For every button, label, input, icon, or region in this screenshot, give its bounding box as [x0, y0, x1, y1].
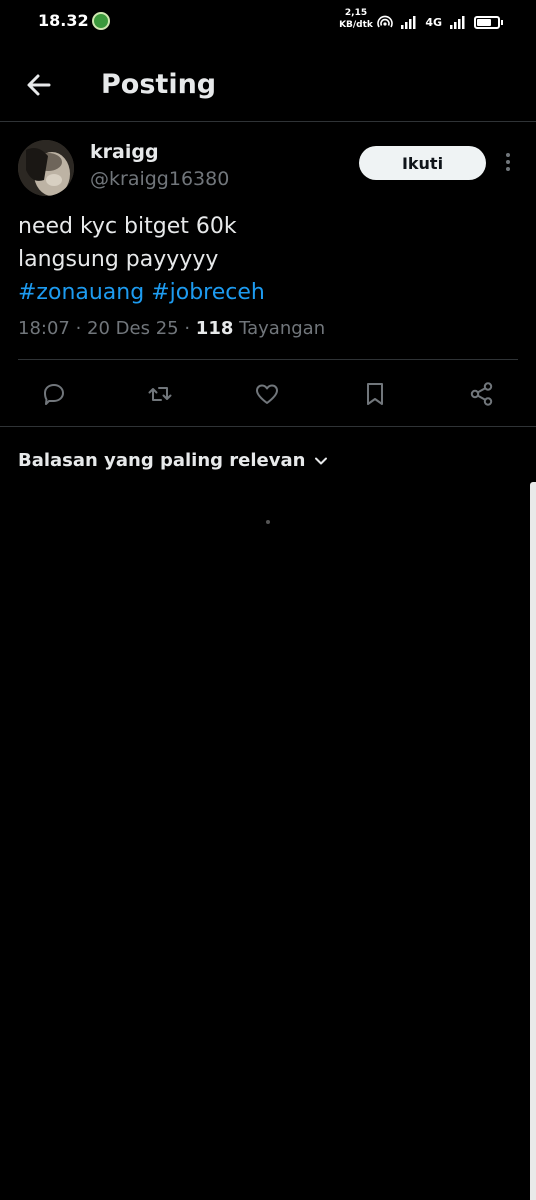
author-name[interactable]: kraigg — [90, 141, 159, 163]
battery-icon — [474, 15, 503, 29]
post-text: need kyc bitget 60k langsung payyyyy #zo… — [18, 210, 518, 309]
network-type: 4G — [425, 15, 442, 29]
post-date: 20 Des 25 — [87, 318, 179, 339]
views-count: 118 — [195, 318, 234, 339]
status-icons: 4G — [377, 12, 503, 32]
avatar[interactable] — [18, 140, 74, 196]
back-button[interactable] — [22, 68, 56, 102]
hotspot-icon — [377, 15, 394, 28]
status-bar: 18.32 2,15 KB/dtk 4G — [0, 0, 536, 44]
repost-button[interactable] — [146, 380, 174, 408]
divider — [0, 426, 536, 427]
more-vertical-icon — [506, 153, 510, 171]
reply-button[interactable] — [40, 380, 68, 408]
arrow-left-icon — [27, 74, 51, 96]
signal-icon-2 — [450, 16, 465, 29]
bookmark-icon — [367, 383, 383, 405]
network-speed-value: 2,15 — [344, 8, 368, 18]
app-notification-icon — [92, 12, 110, 30]
status-time: 18.32 — [38, 11, 89, 30]
chevron-down-icon — [315, 457, 328, 464]
scrollbar[interactable] — [530, 482, 536, 1200]
top-bar: Posting — [0, 44, 536, 122]
author-handle[interactable]: @kraigg16380 — [90, 168, 229, 190]
share-button[interactable] — [468, 380, 496, 408]
post-text-line: langsung payyyyy — [18, 247, 219, 272]
page-title: Posting — [101, 69, 217, 100]
loading-indicator — [266, 520, 270, 524]
more-options-button[interactable] — [498, 152, 518, 174]
post-time: 18:07 — [18, 318, 70, 339]
reply-icon — [44, 384, 64, 405]
post-text-line: need kyc bitget 60k — [18, 214, 237, 239]
repost-icon — [148, 387, 172, 401]
post-meta: 18:07 · 20 Des 25 · 118 Tayangan — [18, 318, 326, 339]
replies-sort-label: Balasan yang paling relevan — [18, 450, 306, 471]
bookmark-button[interactable] — [361, 380, 389, 408]
post-hashtags: #zonauang #jobreceh — [18, 276, 518, 309]
divider — [18, 359, 518, 360]
share-icon — [470, 382, 493, 406]
views-label: Tayangan — [239, 318, 326, 339]
network-speed-unit: KB/dtk — [339, 20, 373, 30]
network-speed: 2,15 KB/dtk — [338, 7, 374, 31]
follow-button[interactable]: Ikuti — [359, 146, 486, 180]
hashtag-link[interactable]: #zonauang — [18, 280, 144, 305]
post-actions — [0, 374, 536, 414]
battery-level-fill — [477, 18, 491, 26]
like-icon — [256, 384, 278, 404]
signal-icon — [401, 16, 416, 29]
replies-sort-dropdown[interactable]: Balasan yang paling relevan — [18, 450, 329, 471]
like-button[interactable] — [253, 380, 281, 408]
hashtag-link[interactable]: #jobreceh — [151, 280, 265, 305]
avatar-image — [18, 140, 74, 196]
